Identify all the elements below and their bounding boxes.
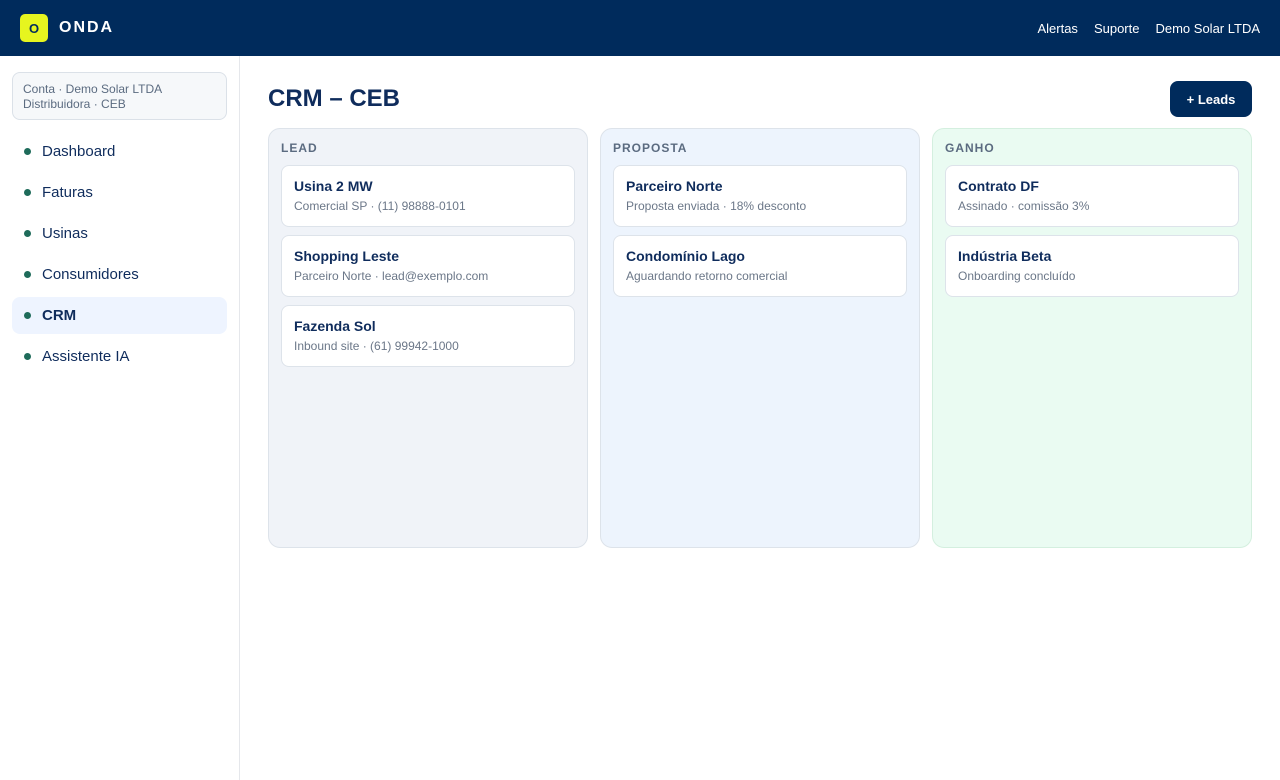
alerts-link[interactable]: Alertas bbox=[1037, 21, 1077, 36]
sidebar-nav: Dashboard Faturas Usinas Consumidores CR… bbox=[12, 133, 227, 375]
card-subtitle: Proposta enviada · 18% desconto bbox=[626, 199, 807, 213]
add-leads-button[interactable]: + Leads bbox=[1170, 81, 1252, 117]
column-title: GANHO bbox=[945, 141, 995, 155]
bullet-icon bbox=[24, 148, 31, 155]
sidebar-item-label: Assistente IA bbox=[42, 348, 130, 365]
lead-card[interactable]: Shopping Leste Parceiro Norte · lead@exe… bbox=[281, 235, 575, 297]
top-bar: O ONDA Alertas Suporte Demo Solar LTDA bbox=[0, 0, 1280, 56]
support-link[interactable]: Suporte bbox=[1094, 21, 1140, 36]
card-title: Indústria Beta bbox=[958, 248, 1052, 264]
sidebar-item-label: Dashboard bbox=[42, 143, 116, 160]
lead-card[interactable]: Indústria Beta Onboarding concluído bbox=[945, 235, 1239, 297]
card-subtitle: Aguardando retorno comercial bbox=[626, 269, 788, 283]
logo-icon[interactable]: O bbox=[20, 14, 48, 42]
top-nav: Alertas Suporte Demo Solar LTDA bbox=[1037, 21, 1260, 36]
card-subtitle: Parceiro Norte · lead@exemplo.com bbox=[294, 269, 489, 283]
sidebar-item-crm[interactable]: CRM bbox=[12, 297, 227, 334]
sidebar-item-label: Faturas bbox=[42, 184, 93, 201]
sidebar-item-dashboard[interactable]: Dashboard bbox=[12, 133, 227, 170]
page-title: CRM – CEB bbox=[268, 85, 401, 112]
lead-card[interactable]: Condomínio Lago Aguardando retorno comer… bbox=[613, 235, 907, 297]
sidebar-item-label: CRM bbox=[42, 307, 77, 324]
account-menu-link[interactable]: Demo Solar LTDA bbox=[1155, 21, 1260, 36]
sidebar-item-label: Consumidores bbox=[42, 266, 139, 283]
sidebar-item-label: Usinas bbox=[42, 225, 88, 242]
card-subtitle: Assinado · comissão 3% bbox=[958, 199, 1090, 213]
kanban-board: LEAD Usina 2 MW Comercial SP · (11) 9888… bbox=[268, 128, 1252, 548]
page-header: CRM – CEB + Leads bbox=[268, 80, 1252, 118]
bullet-icon bbox=[24, 312, 31, 319]
main-content: CRM – CEB + Leads LEAD Usina 2 MW Comerc… bbox=[240, 56, 1280, 780]
card-subtitle: Onboarding concluído bbox=[958, 269, 1076, 283]
lead-card[interactable]: Fazenda Sol Inbound site · (61) 99942-10… bbox=[281, 305, 575, 367]
brand-name: ONDA bbox=[59, 19, 115, 36]
lead-card[interactable]: Usina 2 MW Comercial SP · (11) 98888-010… bbox=[281, 165, 575, 227]
column-title: PROPOSTA bbox=[613, 141, 688, 155]
card-subtitle: Comercial SP · (11) 98888-0101 bbox=[294, 199, 466, 213]
bullet-icon bbox=[24, 189, 31, 196]
account-info: Conta · Demo Solar LTDA Distribuidora · … bbox=[12, 72, 227, 120]
card-title: Parceiro Norte bbox=[626, 178, 723, 194]
card-title: Fazenda Sol bbox=[294, 318, 376, 334]
bullet-icon bbox=[24, 230, 31, 237]
sidebar-item-consumidores[interactable]: Consumidores bbox=[12, 256, 227, 293]
lead-card[interactable]: Contrato DF Assinado · comissão 3% bbox=[945, 165, 1239, 227]
sidebar-item-assistente-ia[interactable]: Assistente IA bbox=[12, 338, 227, 375]
column-lead: LEAD Usina 2 MW Comercial SP · (11) 9888… bbox=[268, 128, 588, 548]
card-title: Usina 2 MW bbox=[294, 178, 373, 194]
lead-card[interactable]: Parceiro Norte Proposta enviada · 18% de… bbox=[613, 165, 907, 227]
column-title: LEAD bbox=[281, 141, 318, 155]
card-title: Condomínio Lago bbox=[626, 248, 745, 264]
sidebar-item-usinas[interactable]: Usinas bbox=[12, 215, 227, 252]
column-proposta: PROPOSTA Parceiro Norte Proposta enviada… bbox=[600, 128, 920, 548]
column-ganho: GANHO Contrato DF Assinado · comissão 3%… bbox=[932, 128, 1252, 548]
card-subtitle: Inbound site · (61) 99942-1000 bbox=[294, 339, 459, 353]
bullet-icon bbox=[24, 271, 31, 278]
sidebar: Conta · Demo Solar LTDA Distribuidora · … bbox=[0, 56, 240, 780]
card-title: Contrato DF bbox=[958, 178, 1039, 194]
account-name: Conta · Demo Solar LTDA bbox=[23, 82, 163, 96]
card-title: Shopping Leste bbox=[294, 248, 399, 264]
bullet-icon bbox=[24, 353, 31, 360]
sidebar-item-faturas[interactable]: Faturas bbox=[12, 174, 227, 211]
distributor-name: Distribuidora · CEB bbox=[23, 97, 126, 111]
